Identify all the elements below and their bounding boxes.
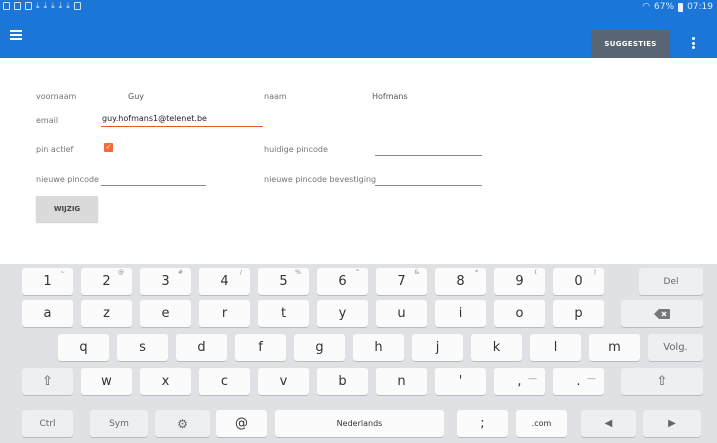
key-m[interactable]: m bbox=[589, 334, 640, 361]
key-q[interactable]: q bbox=[58, 334, 109, 361]
download-icon: ⤓ bbox=[36, 1, 40, 10]
key-j[interactable]: j bbox=[412, 334, 463, 361]
naam-value: Hofmans bbox=[372, 92, 408, 101]
key-d[interactable]: d bbox=[176, 334, 227, 361]
key-w[interactable]: w bbox=[81, 368, 132, 395]
clock: 07:19 bbox=[687, 2, 713, 12]
settings-key[interactable]: ⚙ bbox=[155, 410, 210, 437]
gallery-icon bbox=[14, 2, 21, 10]
download-icon: ⤓ bbox=[43, 1, 48, 10]
key-7[interactable]: 7 & bbox=[376, 268, 427, 295]
key-backspace[interactable] bbox=[621, 300, 703, 327]
key-u[interactable]: u bbox=[376, 300, 427, 327]
download-icon: ⤓ bbox=[58, 1, 63, 10]
key-k[interactable]: k bbox=[471, 334, 522, 361]
key-v[interactable]: v bbox=[258, 368, 309, 395]
naam-label: naam bbox=[264, 92, 287, 101]
hamburger-menu-icon[interactable] bbox=[10, 30, 22, 40]
key-0[interactable]: 0) bbox=[553, 268, 604, 295]
key-i[interactable]: i bbox=[435, 300, 486, 327]
download-icon: ⤓ bbox=[66, 1, 70, 10]
status-bar: ⤓ ⤓ ⤓ ⤓ ⤓ ◠ 67% 07:19 bbox=[0, 0, 717, 14]
key-c[interactable]: c bbox=[199, 368, 250, 395]
pin-actief-label: pin actief bbox=[36, 145, 74, 154]
arrow-left-icon: ◀ bbox=[604, 418, 613, 429]
key-apostrophe[interactable]: ' bbox=[435, 368, 486, 395]
spacebar[interactable]: Nederlands bbox=[275, 410, 444, 437]
key-a[interactable]: a bbox=[22, 300, 73, 327]
suggestions-button[interactable]: SUGGESTIES bbox=[591, 30, 670, 58]
key-l[interactable]: l bbox=[530, 334, 581, 361]
key-comma[interactable]: , — bbox=[494, 368, 545, 395]
key-at[interactable]: @ bbox=[216, 410, 267, 437]
key-5[interactable]: 5% bbox=[258, 268, 309, 295]
pincode-bevestiging-label: nieuwe pincode bevestiging bbox=[264, 175, 377, 184]
key-8[interactable]: 8 * bbox=[435, 268, 486, 295]
key-o[interactable]: o bbox=[494, 300, 545, 327]
key-f[interactable]: f bbox=[235, 334, 286, 361]
key-sym[interactable]: Sym bbox=[90, 410, 148, 437]
soft-keyboard: 1 ~ 2 @ 3 # 4/ 5% 6 ^ 7 & 8 * 9( 0) Del a z e … bbox=[0, 264, 717, 443]
backspace-icon bbox=[654, 308, 670, 319]
pincode-bevestiging-field[interactable] bbox=[375, 172, 482, 186]
key-x[interactable]: x bbox=[140, 368, 191, 395]
key-n[interactable]: n bbox=[376, 368, 427, 395]
email-label: email bbox=[36, 116, 59, 125]
nieuwe-pincode-field[interactable] bbox=[101, 172, 206, 186]
voornaam-value: Guy bbox=[128, 92, 145, 101]
nieuwe-pincode-label: nieuwe pincode bbox=[36, 175, 99, 184]
key-2[interactable]: 2 @ bbox=[81, 268, 132, 295]
wijzig-button[interactable]: WIJZIG bbox=[36, 196, 98, 222]
overflow-menu-icon[interactable] bbox=[692, 37, 696, 51]
shift-left-key[interactable]: ⇧ bbox=[22, 368, 73, 395]
shift-arrow-icon: ⇧ bbox=[42, 374, 53, 389]
status-left-icons: ⤓ ⤓ ⤓ ⤓ ⤓ bbox=[3, 1, 81, 11]
key-p[interactable]: p bbox=[553, 300, 604, 327]
key-t[interactable]: t bbox=[258, 300, 309, 327]
key-9[interactable]: 9( bbox=[494, 268, 545, 295]
key-6[interactable]: 6 ^ bbox=[317, 268, 368, 295]
download-icon: ⤓ bbox=[51, 1, 55, 10]
key-ctrl[interactable]: Ctrl bbox=[22, 410, 73, 437]
key-h[interactable]: h bbox=[353, 334, 404, 361]
message-icon bbox=[25, 2, 32, 10]
email-field[interactable]: guy.hofmans1@telenet.be bbox=[101, 113, 263, 127]
key-del[interactable]: Del bbox=[639, 268, 703, 295]
cursor-left-key[interactable]: ◀ bbox=[581, 410, 636, 437]
key-1[interactable]: 1 ~ bbox=[22, 268, 73, 295]
shift-right-key[interactable]: ⇧ bbox=[621, 368, 703, 395]
key-4[interactable]: 4/ bbox=[199, 268, 250, 295]
wifi-icon: ◠ bbox=[642, 2, 651, 12]
gear-icon: ⚙ bbox=[177, 416, 188, 431]
key-semicolon[interactable]: ; bbox=[457, 410, 508, 437]
clipboard-icon bbox=[73, 2, 81, 10]
settings-form: voornaam Guy naam Hofmans email guy.hofm… bbox=[0, 58, 717, 258]
key-s[interactable]: s bbox=[117, 334, 168, 361]
key-dotcom[interactable]: .com bbox=[516, 410, 567, 437]
shift-arrow-icon: ⇧ bbox=[656, 374, 668, 389]
key-volgende[interactable]: Volg. bbox=[648, 334, 703, 361]
key-z[interactable]: z bbox=[81, 300, 132, 327]
key-3[interactable]: 3 # bbox=[140, 268, 191, 295]
key-e[interactable]: e bbox=[140, 300, 191, 327]
huidige-pincode-label: huidige pincode bbox=[264, 145, 328, 154]
arrow-right-icon: ▶ bbox=[668, 418, 676, 429]
pin-actief-checkbox[interactable]: ✓ bbox=[104, 143, 113, 152]
key-g[interactable]: g bbox=[294, 334, 345, 361]
huidige-pincode-field[interactable] bbox=[375, 142, 482, 156]
key-y[interactable]: y bbox=[317, 300, 368, 327]
notification-icon bbox=[3, 2, 10, 10]
battery-percent: 67% bbox=[654, 2, 675, 12]
key-r[interactable]: r bbox=[199, 300, 250, 327]
cursor-right-key[interactable]: ▶ bbox=[643, 410, 701, 437]
key-b[interactable]: b bbox=[317, 368, 368, 395]
app-bar: SUGGESTIES bbox=[0, 14, 717, 58]
key-period[interactable]: . — bbox=[553, 368, 604, 395]
voornaam-label: voornaam bbox=[36, 92, 77, 101]
status-right: ◠ 67% 07:19 bbox=[642, 1, 713, 13]
battery-icon bbox=[678, 2, 684, 12]
